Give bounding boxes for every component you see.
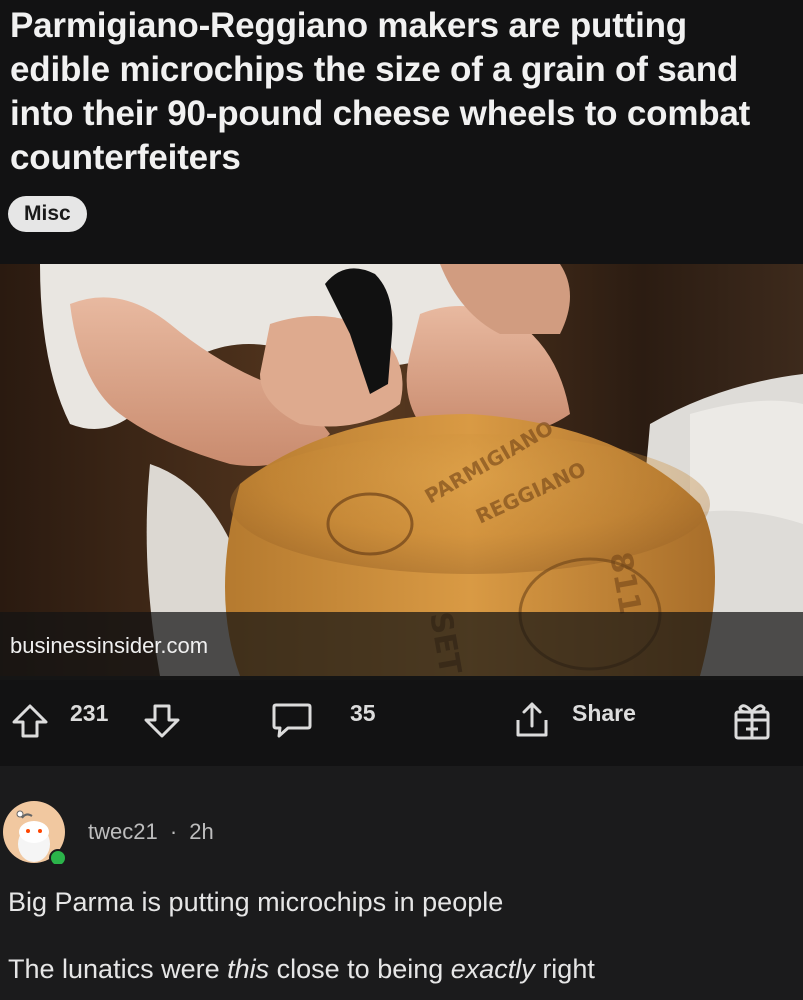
comment-age: 2h [189,819,214,844]
post-flair[interactable]: Misc [8,196,87,232]
comment-line-2: The lunatics were this close to being ex… [8,954,595,985]
action-bar [0,680,803,766]
vote-count: 231 [70,700,109,726]
award-icon[interactable] [730,698,774,742]
user-avatar[interactable] [2,800,67,867]
downvote-icon[interactable] [142,703,182,739]
reddit-post-screenshot: Parmigiano-Reggiano makers are putting e… [0,0,803,1000]
post-header: Parmigiano-Reggiano makers are putting e… [0,0,803,264]
comment-icon[interactable] [270,700,314,740]
post-title[interactable]: Parmigiano-Reggiano makers are putting e… [10,4,790,180]
line2-emphasis-2: exactly [450,954,535,984]
line2-part-1: The lunatics were [8,954,228,984]
share-button[interactable]: Share [572,700,636,727]
line2-part-3: right [534,954,595,984]
comment-count[interactable]: 35 [350,700,376,727]
upvote-icon[interactable] [10,703,50,739]
share-icon[interactable] [510,700,554,740]
comment-author[interactable]: twec21 [88,819,158,844]
meta-separator: · [169,819,178,844]
line2-part-2: close to being [269,954,451,984]
link-domain[interactable]: businessinsider.com [10,633,208,659]
comment-meta: twec21 · 2h [88,819,214,845]
line2-emphasis-1: this [227,954,270,984]
comment-line-1: Big Parma is putting microchips in peopl… [8,887,504,917]
